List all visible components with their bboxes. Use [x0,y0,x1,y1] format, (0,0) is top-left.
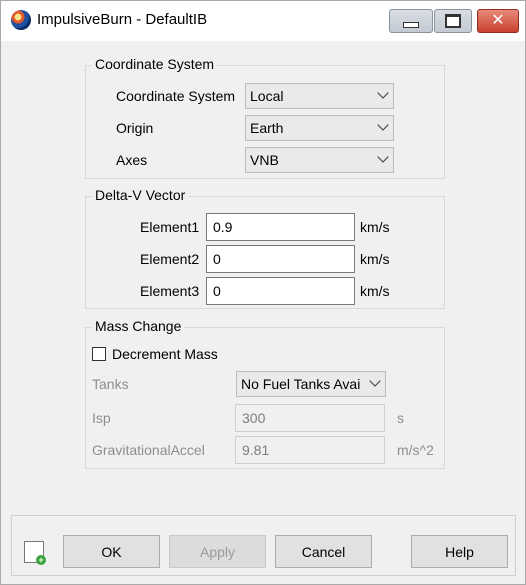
help-button[interactable]: Help [411,535,508,568]
chevron-down-icon [377,87,389,99]
new-document-icon[interactable]: + [24,541,46,565]
isp-label: Isp [92,410,111,426]
close-icon: ✕ [491,12,505,29]
coordinate-system-value: Local [250,88,284,104]
axes-label: Axes [116,152,148,168]
delta-v-group-title: Delta-V Vector [92,187,189,203]
cancel-button[interactable]: Cancel [275,535,372,568]
decrement-mass-checkbox[interactable] [92,347,106,361]
grav-accel-input[interactable]: 9.81 [235,436,385,464]
coordinate-system-group-title: Coordinate System [92,56,218,72]
add-icon: + [36,555,46,565]
minimize-button[interactable] [389,9,433,33]
isp-unit: s [397,410,404,426]
origin-label: Origin [116,120,154,136]
element3-input[interactable]: 0 [206,277,355,305]
chevron-down-icon [377,151,389,163]
element3-value: 0 [213,283,221,299]
element1-label: Element1 [140,219,200,235]
mass-change-group-title: Mass Change [92,318,185,334]
maximize-icon [445,14,461,28]
element2-unit: km/s [360,251,390,267]
title-bar: ImpulsiveBurn - DefaultIB ✕ [1,1,525,41]
coordinate-system-label: Coordinate System [116,88,236,104]
axes-value: VNB [250,152,279,168]
isp-input[interactable]: 300 [235,404,385,432]
element1-unit: km/s [360,219,390,235]
apply-button[interactable]: Apply [169,535,266,568]
grav-accel-value: 9.81 [242,442,270,458]
tanks-value: No Fuel Tanks Avai [241,376,361,392]
element1-input[interactable]: 0.9 [206,213,355,241]
decrement-mass-label: Decrement Mass [112,346,218,362]
axes-dropdown[interactable]: VNB [245,147,394,173]
isp-value: 300 [242,410,266,426]
minimize-icon [403,22,419,28]
gmat-app-icon [11,10,31,30]
element2-label: Element2 [140,251,200,267]
element1-value: 0.9 [213,219,233,235]
grav-accel-unit: m/s^2 [397,442,434,458]
element2-value: 0 [213,251,221,267]
chevron-down-icon [369,375,381,387]
window-title: ImpulsiveBurn - DefaultIB [37,11,208,28]
tanks-label: Tanks [92,376,129,392]
tanks-dropdown[interactable]: No Fuel Tanks Avai [236,371,386,397]
element3-unit: km/s [360,283,390,299]
element2-input[interactable]: 0 [206,245,355,273]
origin-value: Earth [250,120,284,136]
element3-label: Element3 [140,283,200,299]
impulsive-burn-dialog: ImpulsiveBurn - DefaultIB ✕ Coordinate S… [0,0,526,585]
maximize-button[interactable] [434,9,472,33]
grav-accel-label: GravitationalAccel [92,442,205,458]
coordinate-system-dropdown[interactable]: Local [245,83,394,109]
origin-dropdown[interactable]: Earth [245,115,394,141]
chevron-down-icon [377,119,389,131]
close-button[interactable]: ✕ [477,9,519,33]
ok-button[interactable]: OK [63,535,160,568]
